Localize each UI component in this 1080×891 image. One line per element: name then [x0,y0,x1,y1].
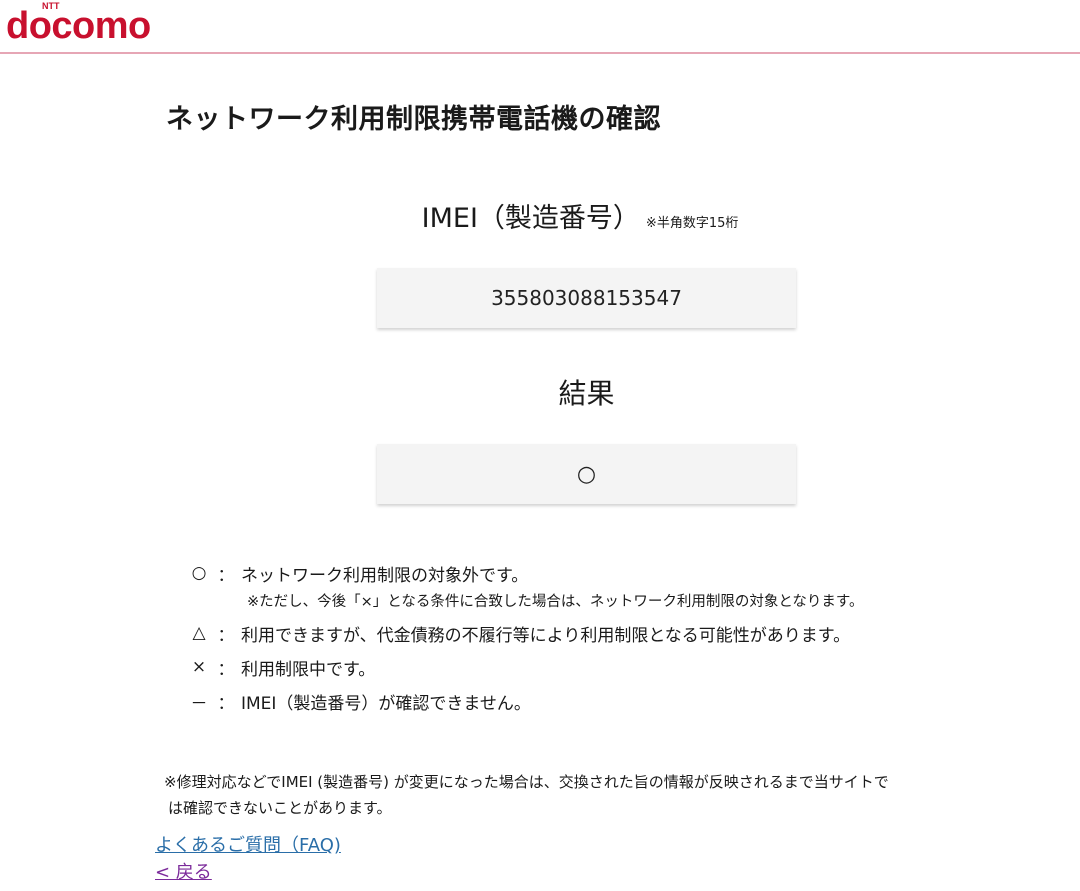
legend-symbol: ○ [191,563,207,583]
legend-text: 利用できますが、代金債務の不履行等により利用制限となる可能性があります。 [241,625,851,646]
footnote-line-1: ※修理対応などでIMEI (製造番号) が変更になった場合は、交換された旨の情報… [164,773,889,791]
legend-symbol: － [190,693,208,714]
legend-row-cross: × ： 利用制限中です。 [187,650,1067,684]
legend-row-dash: － ： IMEI（製造番号）が確認できません。 [187,684,1067,718]
legend-colon: ： [217,625,235,646]
back-link[interactable]: < 戻る [155,859,341,886]
imei-heading: IMEI（製造番号） ※半角数字15桁 [0,196,1080,235]
legend-colon: ： [217,659,235,680]
legend-text: IMEI（製造番号）が確認できません。 [241,693,531,714]
result-value-box: ○ [377,444,796,504]
site-header: NTT docomo [0,0,1080,54]
legend: ○ ： ネットワーク利用制限の対象外です。 ※ただし、今後「×」となる条件に合致… [187,556,1067,718]
footnote-line-2: は確認できないことがあります。 [168,799,392,817]
legend-colon: ： [217,693,235,714]
legend-symbol: △ [192,623,206,643]
legend-row-circle: ○ ： ネットワーク利用制限の対象外です。 [187,556,1067,590]
legend-text: ネットワーク利用制限の対象外です。 [241,565,529,586]
page-title: ネットワーク利用制限携帯電話機の確認 [166,104,661,135]
logo-docomo-text: docomo [6,5,151,44]
footnote: ※修理対応などでIMEI (製造番号) が変更になった場合は、交換された旨の情報… [164,769,1024,821]
result-heading: 結果 [558,377,615,410]
legend-colon: ： [217,565,235,586]
footer-links: よくあるご質問（FAQ) < 戻る [155,832,341,886]
legend-note: ※ただし、今後「×」となる条件に合致した場合は、ネットワーク利用制限の対象となり… [247,594,864,610]
imei-label: IMEI（製造番号） [421,203,640,234]
imei-value-box: 355803088153547 [377,268,796,328]
legend-symbol: × [191,657,207,677]
legend-row-triangle: △ ： 利用できますが、代金債務の不履行等により利用制限となる可能性があります。 [187,616,1067,650]
imei-note: ※半角数字15桁 [645,216,739,231]
imei-value: 355803088153547 [491,286,682,310]
faq-link[interactable]: よくあるご質問（FAQ) [155,832,341,859]
result-value: ○ [576,461,597,487]
docomo-logo[interactable]: NTT docomo [6,0,188,44]
legend-text: 利用制限中です。 [241,659,376,680]
